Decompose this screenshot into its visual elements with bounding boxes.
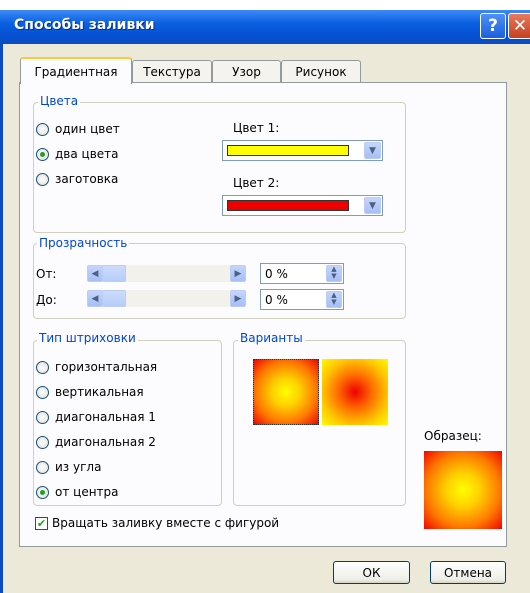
chevron-down-icon[interactable]: ▼ xyxy=(364,197,381,214)
color1-label: Цвет 1: xyxy=(233,121,280,135)
to-spinner[interactable]: 0 % ▲ ▼ xyxy=(260,289,344,310)
transparency-legend: Прозрачность xyxy=(37,236,130,250)
ok-button[interactable]: ОК xyxy=(333,561,410,584)
cropped-text-strip xyxy=(0,0,530,10)
rotate-checkbox-label: Вращать заливку вместе с фигурой xyxy=(52,516,280,530)
cancel-button[interactable]: Отмена xyxy=(430,561,506,584)
scroll-right-icon[interactable]: ▶ xyxy=(230,265,246,282)
radio-preset-label: заготовка xyxy=(55,172,119,186)
radio-from-center-label: от центра xyxy=(55,485,119,499)
color2-label: Цвет 2: xyxy=(233,176,280,190)
radio-diagonal-2[interactable] xyxy=(36,436,49,449)
variants-legend: Варианты xyxy=(238,331,305,345)
radio-diagonal-2-label: диагональная 2 xyxy=(55,435,156,449)
variant-option-1[interactable] xyxy=(253,359,319,425)
rotate-checkbox[interactable]: ✔ xyxy=(35,517,48,530)
scroll-left-icon[interactable]: ◀ xyxy=(87,290,103,307)
color2-dropdown[interactable]: ▼ xyxy=(222,195,383,216)
chevron-down-icon[interactable]: ▼ xyxy=(364,142,381,159)
radio-horizontal[interactable] xyxy=(36,361,49,374)
variant-option-2[interactable] xyxy=(322,359,388,425)
tab-pattern[interactable]: Узор xyxy=(212,60,281,82)
radio-vertical-label: вертикальная xyxy=(55,385,144,399)
radio-two-colors[interactable] xyxy=(36,148,49,161)
color2-swatch xyxy=(227,200,349,211)
tab-picture[interactable]: Рисунок xyxy=(281,60,361,82)
radio-one-color-label: один цвет xyxy=(55,122,120,136)
close-icon[interactable]: ✕ xyxy=(508,13,530,39)
from-value: 0 % xyxy=(265,267,288,281)
question-icon[interactable]: ? xyxy=(480,13,506,39)
tab-gradient[interactable]: Градиентная xyxy=(20,57,132,84)
from-label: От: xyxy=(36,267,57,281)
radio-preset[interactable] xyxy=(36,173,49,186)
scroll-left-icon[interactable]: ◀ xyxy=(87,265,103,282)
tab-texture[interactable]: Текстура xyxy=(132,60,212,82)
sample-preview xyxy=(424,451,502,529)
radio-one-color[interactable] xyxy=(36,123,49,136)
to-value: 0 % xyxy=(265,293,288,307)
shading-legend: Тип штриховки xyxy=(37,331,138,345)
window-title: Способы заливки xyxy=(14,17,155,33)
scroll-right-icon[interactable]: ▶ xyxy=(230,290,246,307)
spin-updown-icon[interactable]: ▲ ▼ xyxy=(326,291,342,308)
sample-label: Образец: xyxy=(424,429,482,443)
radio-vertical[interactable] xyxy=(36,386,49,399)
radio-from-corner-label: из угла xyxy=(55,460,102,474)
from-spinner[interactable]: 0 % ▲ ▼ xyxy=(260,263,344,284)
radio-diagonal-1-label: диагональная 1 xyxy=(55,410,156,424)
radio-diagonal-1[interactable] xyxy=(36,411,49,424)
color1-dropdown[interactable]: ▼ xyxy=(222,140,383,161)
radio-from-corner[interactable] xyxy=(36,461,49,474)
colors-legend: Цвета xyxy=(38,94,81,108)
spin-updown-icon[interactable]: ▲ ▼ xyxy=(326,265,342,282)
radio-from-center[interactable] xyxy=(36,486,49,499)
to-label: До: xyxy=(36,293,57,307)
from-slider-thumb[interactable] xyxy=(102,265,126,282)
color1-swatch xyxy=(227,145,349,156)
to-slider-thumb[interactable] xyxy=(102,290,126,307)
radio-two-colors-label: два цвета xyxy=(55,147,119,161)
radio-horizontal-label: горизонтальная xyxy=(55,360,158,374)
